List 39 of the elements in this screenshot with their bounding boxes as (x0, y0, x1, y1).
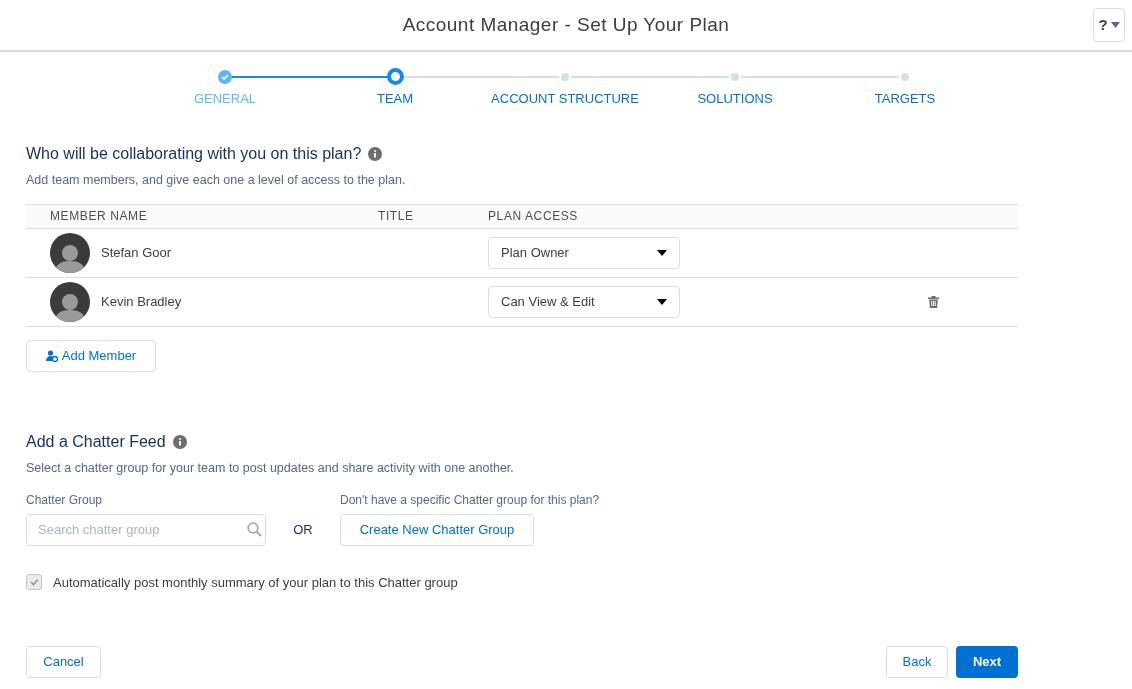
field-label: Chatter Group (26, 491, 104, 509)
avatar (50, 281, 90, 322)
column-header: TITLE (378, 208, 415, 226)
create-group-button[interactable]: Create New Chatter Group (340, 513, 534, 546)
checkbox-label: Automatically post monthly summary of your plan to this Chatter group (53, 573, 458, 592)
section-heading: Who will be collaborating with you on this plan? (26, 144, 362, 164)
search-icon (247, 521, 262, 537)
access-dropdown[interactable]: Plan Owner (488, 236, 680, 269)
caret-icon (657, 249, 667, 256)
avatar (50, 232, 90, 273)
hint-text: Don't have a specific Chatter group for this plan? (340, 491, 600, 509)
checkbox[interactable] (26, 574, 42, 591)
step-label[interactable]: ACCOUNT STRUCTURE (491, 89, 639, 109)
page-title: Account Manager - Set Up Your Plan (402, 12, 730, 37)
member-name: Kevin Bradley (101, 293, 183, 311)
caret-icon (657, 298, 667, 305)
column-header: MEMBER NAME (49, 208, 149, 226)
info-icon[interactable] (368, 147, 383, 161)
add-person-icon (45, 349, 58, 362)
checkmark-icon (29, 578, 39, 587)
info-icon[interactable] (172, 434, 187, 449)
back-button[interactable]: Back (886, 646, 948, 678)
access-dropdown[interactable]: Can View & Edit (488, 285, 680, 318)
help-button[interactable]: ? (1093, 8, 1125, 42)
section-description: Add team members, and give each one a level of access to the plan. (26, 172, 407, 189)
step-label[interactable]: SOLUTIONS (697, 89, 773, 109)
column-header: PLAN ACCESS (488, 208, 578, 226)
add-member-button[interactable]: Add Member (26, 339, 156, 372)
section-description: Select a chatter group for your team to post updates and share activity with one another. (26, 459, 515, 477)
section-heading: Add a Chatter Feed (26, 431, 166, 452)
step-label[interactable]: TEAM (376, 89, 414, 109)
member-name: Stefan Goor (101, 244, 173, 262)
next-button[interactable]: Next (956, 646, 1018, 678)
delete-icon[interactable] (928, 295, 939, 308)
step-label[interactable]: TARGETS (874, 89, 936, 109)
caret-icon (1110, 22, 1120, 28)
search-field[interactable]: Search chatter group (26, 513, 266, 546)
cancel-button[interactable]: Cancel (26, 646, 101, 678)
or-text: OR (292, 520, 314, 539)
